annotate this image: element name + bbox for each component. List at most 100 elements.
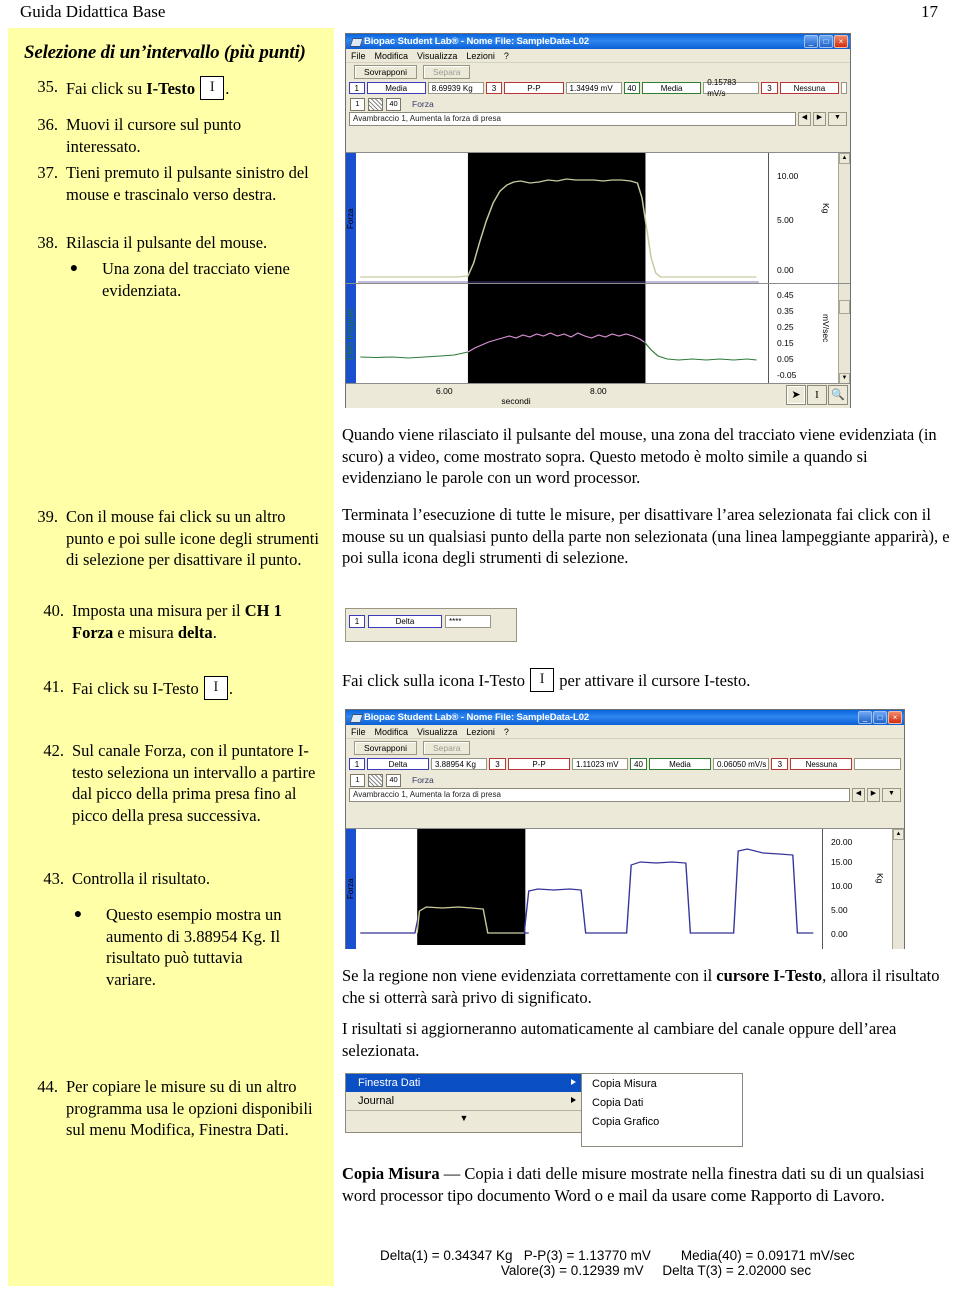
meas-4-type[interactable]: Nessuna	[779, 82, 839, 94]
minimize-button[interactable]: _	[804, 35, 818, 48]
window-1-channel-row[interactable]: 1 40 Forza	[346, 97, 850, 111]
menu-scroll-strip[interactable]: ▼	[346, 1110, 582, 1127]
annotation-dropdown-button[interactable]: ▼	[882, 787, 901, 802]
plot-emg-scrollbar[interactable]: ▼	[838, 284, 850, 384]
window-1-titlebar[interactable]: Biopac Student Lab® - Nome File: SampleD…	[346, 34, 850, 49]
meas-1-type[interactable]: Media	[366, 82, 426, 94]
submenu-item-copia-grafico[interactable]: Copia Grafico	[582, 1112, 742, 1131]
menu-file[interactable]: File	[351, 727, 366, 737]
annotation-dropdown-button[interactable]: ▼	[828, 111, 847, 126]
submenu-item-copia-misura[interactable]: Copia Misura	[582, 1074, 742, 1093]
menu-help[interactable]: ?	[504, 51, 509, 61]
step-43-text: Controlla il risultato.	[72, 869, 210, 888]
menu-lezioni[interactable]: Lezioni	[466, 51, 495, 61]
annotation-field[interactable]: Avambraccio 1, Aumenta la forza di presa	[349, 787, 850, 802]
edit-menu-panel[interactable]: Finestra Dati Journal ▼	[345, 1073, 583, 1133]
meas-2-channel[interactable]: 3	[485, 82, 503, 94]
meas-2-type[interactable]: P-P	[504, 82, 564, 94]
meas-3-channel[interactable]: 40	[623, 82, 640, 94]
window-1-tool-icons[interactable]: ➤ I 🔍	[786, 385, 848, 405]
annotation-next-button[interactable]: ▶	[813, 111, 826, 126]
menu-modifica[interactable]: Modifica	[375, 51, 409, 61]
i-text-icon[interactable]	[530, 668, 555, 692]
grid-toggle-icon[interactable]	[368, 773, 383, 787]
menu-help[interactable]: ?	[504, 727, 509, 737]
close-button[interactable]: ×	[888, 711, 902, 724]
meas-2-type[interactable]: P-P	[508, 758, 570, 770]
meas-3-type[interactable]: Media	[641, 82, 702, 94]
plot-forza-1-scrollbar[interactable]: ▲	[838, 153, 850, 284]
window-1-measurement-bar[interactable]: 1 Media 8.69939 Kg 3 P-P 1.34949 mV 40 M…	[346, 78, 850, 98]
copia-misura-paragraph: Copia Misura — Copia i dati delle misure…	[342, 1163, 950, 1206]
channel-number-box[interactable]: 1	[350, 97, 365, 111]
page-number: 17	[921, 2, 938, 21]
submenu-item-copia-dati[interactable]: Copia Dati	[582, 1093, 742, 1112]
menu-lezioni[interactable]: Lezioni	[466, 727, 495, 737]
delta-measurement-widget[interactable]: 1 Delta ****	[345, 608, 517, 642]
meas-3-channel[interactable]: 40	[630, 758, 647, 770]
overlay-button[interactable]: Sovrapponi	[354, 65, 418, 79]
meas-1-channel[interactable]: 1	[349, 758, 365, 770]
maximize-button[interactable]: □	[873, 711, 887, 724]
window-1-toolbar[interactable]: Sovrapponi Separa	[346, 63, 850, 81]
plot-emg-integrale[interactable]: EMG Integrale 0.45 0.35 0.25 0.15 0.05 -…	[346, 283, 850, 384]
i-beam-icon[interactable]: I	[807, 385, 827, 405]
plot-forza-2-scrollbar[interactable]: ▲	[892, 829, 904, 949]
annotation-prev-button[interactable]: ◀	[852, 787, 865, 802]
menu-item-finestra-dati[interactable]: Finestra Dati	[346, 1074, 582, 1092]
i-text-icon[interactable]	[203, 676, 228, 700]
window-2-titlebar[interactable]: Biopac Student Lab® - Nome File: SampleD…	[346, 710, 904, 725]
window-1-annotation-row[interactable]: Avambraccio 1, Aumenta la forza di presa…	[346, 111, 850, 126]
meas-2-channel[interactable]: 3	[489, 758, 506, 770]
annotation-field[interactable]: Avambraccio 1, Aumenta la forza di presa	[349, 111, 796, 126]
plot-forza-1[interactable]: Forza 10.00 5.00 0.00 Kg ▲	[346, 152, 850, 284]
window-1-menubar[interactable]: File Modifica Visualizza Lezioni ?	[346, 49, 850, 63]
meas-1-channel[interactable]: 1	[349, 82, 365, 94]
annotation-next-button[interactable]: ▶	[867, 787, 880, 802]
menu-modifica[interactable]: Modifica	[375, 727, 409, 737]
window-2-channel-row[interactable]: 1 40 Forza	[346, 773, 904, 787]
overlay-button[interactable]: Sovrapponi	[354, 741, 418, 755]
scroll-thumb[interactable]	[839, 300, 850, 314]
meas-1-type[interactable]: Delta	[367, 758, 429, 770]
channel-number-box[interactable]: 1	[350, 773, 365, 787]
scroll-up-button[interactable]: ▲	[839, 153, 850, 164]
bsl-window-2[interactable]: Biopac Student Lab® - Nome File: SampleD…	[345, 709, 905, 949]
menu-item-journal[interactable]: Journal	[346, 1092, 582, 1110]
ytick-neg005: -0.05	[777, 370, 797, 380]
maximize-button[interactable]: □	[819, 35, 833, 48]
meas-4-channel[interactable]: 3	[761, 82, 778, 94]
copy-submenu-panel[interactable]: Copia Misura Copia Dati Copia Grafico	[581, 1073, 743, 1147]
i-text-icon[interactable]	[200, 76, 225, 100]
menu-screenshot[interactable]: Finestra Dati Journal ▼ Copia Misura Cop…	[345, 1073, 745, 1151]
zoom-icon[interactable]: 🔍	[828, 385, 848, 405]
sample-rate-box[interactable]: 40	[386, 773, 401, 787]
plot-forza-1-canvas[interactable]: 10.00 5.00 0.00 Kg	[358, 153, 839, 284]
menu-visualizza[interactable]: Visualizza	[417, 51, 457, 61]
window-2-menubar[interactable]: File Modifica Visualizza Lezioni ?	[346, 725, 904, 739]
plot-forza-2[interactable]: Forza 20.00 15.00 10.00 5.00 0.00 Kg ▲	[346, 828, 904, 949]
sample-rate-box[interactable]: 40	[386, 97, 401, 111]
delta-channel[interactable]: 1	[349, 615, 365, 628]
minimize-icon: _	[862, 713, 868, 722]
close-button[interactable]: ×	[834, 35, 848, 48]
bsl-window-1[interactable]: Biopac Student Lab® - Nome File: SampleD…	[345, 33, 851, 408]
annotation-prev-button[interactable]: ◀	[798, 111, 811, 126]
meas-3-type[interactable]: Media	[649, 758, 711, 770]
window-2-annotation-row[interactable]: Avambraccio 1, Aumenta la forza di presa…	[346, 787, 904, 802]
meas-4-type[interactable]: Nessuna	[790, 758, 853, 770]
meas-4-channel[interactable]: 3	[771, 758, 789, 770]
menu-visualizza[interactable]: Visualizza	[417, 727, 457, 737]
arrow-icon[interactable]: ➤	[786, 385, 806, 405]
window-2-toolbar[interactable]: Sovrapponi Separa	[346, 739, 904, 757]
plot-emg-canvas[interactable]: 0.45 0.35 0.25 0.15 0.05 -0.05 mV/sec	[358, 284, 839, 384]
delta-type[interactable]: Delta	[368, 615, 442, 628]
menu-file[interactable]: File	[351, 51, 366, 61]
minimize-button[interactable]: _	[858, 711, 872, 724]
plot-forza-2-canvas[interactable]: 20.00 15.00 10.00 5.00 0.00 Kg	[358, 829, 893, 949]
meas-2-value: 1.11023 mV	[572, 758, 628, 770]
widget-row[interactable]: 1 Delta ****	[346, 614, 516, 631]
scroll-up-button[interactable]: ▲	[893, 829, 904, 840]
grid-toggle-icon[interactable]	[368, 97, 383, 111]
window-2-measurement-bar[interactable]: 1 Delta 3.88954 Kg 3 P-P 1.11023 mV 40 M…	[346, 757, 904, 773]
